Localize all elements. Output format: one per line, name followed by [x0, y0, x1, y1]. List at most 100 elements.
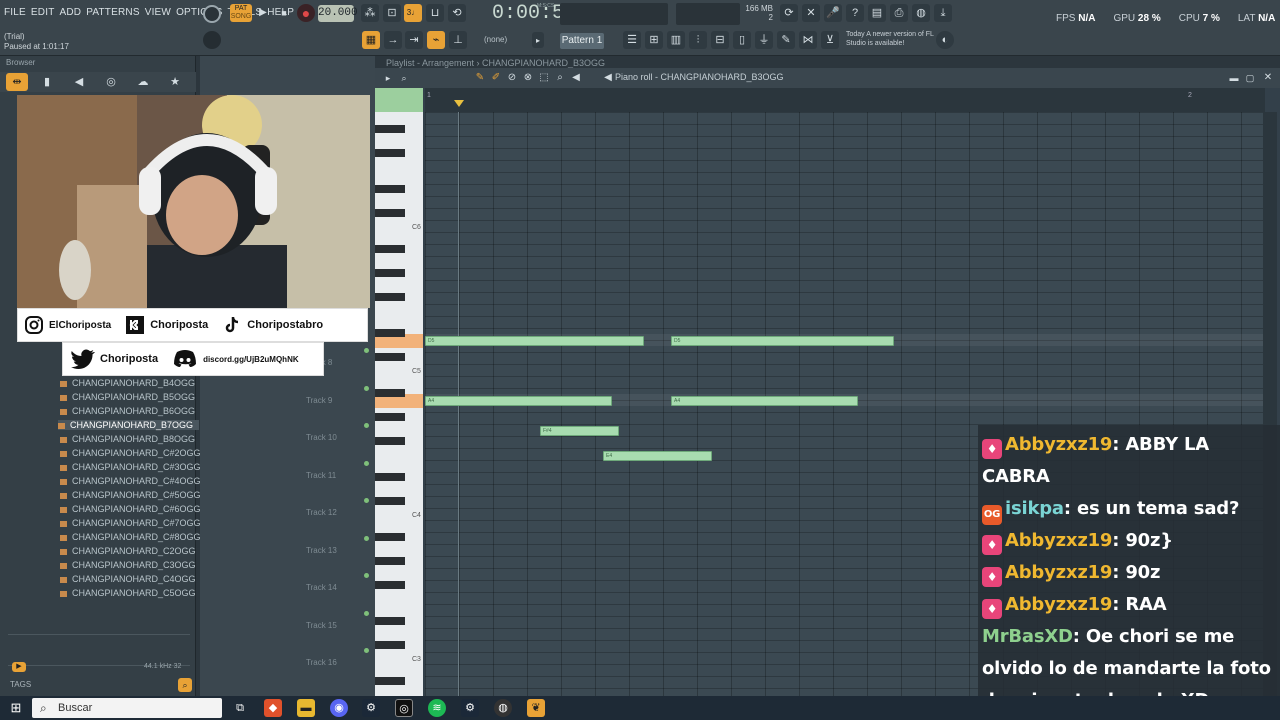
- browser-cloud-icon[interactable]: ☁: [134, 73, 152, 91]
- menu-view[interactable]: VIEW: [145, 7, 171, 18]
- black-key[interactable]: [375, 533, 405, 541]
- browser-file-item[interactable]: CHANGPIANOHARD_C#5OGG: [60, 490, 201, 500]
- note-a4[interactable]: A4: [425, 396, 612, 406]
- playhead-marker[interactable]: [454, 100, 464, 107]
- black-key[interactable]: [375, 413, 405, 421]
- play-icon[interactable]: ▶: [254, 4, 272, 22]
- note-fsharp4[interactable]: F#4: [540, 426, 619, 436]
- black-key[interactable]: [375, 245, 405, 253]
- spotify-icon[interactable]: ≋: [428, 699, 446, 717]
- track-mute-led[interactable]: [364, 573, 369, 578]
- news-panel[interactable]: Today A newer version of FL Studio is av…: [846, 30, 946, 48]
- channel-rack-icon[interactable]: ⊞: [645, 31, 663, 49]
- wait-icon[interactable]: ⊡: [383, 4, 401, 22]
- browser-icon[interactable]: ▯: [733, 31, 751, 49]
- feather-icon[interactable]: ✎: [777, 31, 795, 49]
- pattern-selector[interactable]: Pattern 1: [560, 33, 604, 49]
- playlist-track-label[interactable]: Track 13: [306, 546, 337, 555]
- piano-keyboard[interactable]: C6 C5 C4 C3: [375, 112, 423, 696]
- playlist-track-label[interactable]: Track 15: [306, 621, 337, 630]
- stop-icon[interactable]: ■: [275, 4, 293, 22]
- browser-file-item[interactable]: CHANGPIANOHARD_C#4OGG: [60, 476, 201, 486]
- playlist-icon[interactable]: ☰: [623, 31, 641, 49]
- browser-plugin-icon[interactable]: ◎: [102, 73, 120, 91]
- task-view-icon[interactable]: ⧉: [231, 699, 249, 717]
- browser-expand-icon[interactable]: ⇹: [6, 73, 28, 91]
- note-d5[interactable]: D5: [671, 336, 894, 346]
- browser-file-item[interactable]: CHANGPIANOHARD_C4OGG: [60, 574, 196, 584]
- playlist-track-label[interactable]: Track 16: [306, 658, 337, 667]
- steam-client-icon[interactable]: ⚙: [461, 699, 479, 717]
- track-mute-led[interactable]: [364, 498, 369, 503]
- pat-song-toggle[interactable]: PAT SONG: [230, 4, 252, 22]
- export-icon[interactable]: ⎙: [890, 4, 908, 22]
- arrow-right-icon[interactable]: →: [384, 31, 402, 49]
- browser-file-item[interactable]: CHANGPIANOHARD_B5OGG: [60, 392, 195, 402]
- save-icon[interactable]: ▤: [868, 4, 886, 22]
- cart-icon[interactable]: ⊻: [821, 31, 839, 49]
- playlist-track-label[interactable]: Track 10: [306, 433, 337, 442]
- plug-icon[interactable]: ⏚: [755, 31, 773, 49]
- browser-star-icon[interactable]: ★: [166, 73, 184, 91]
- black-key[interactable]: [375, 617, 405, 625]
- browser-file-item[interactable]: CHANGPIANOHARD_B6OGG: [60, 406, 195, 416]
- refresh-icon[interactable]: ⟳: [780, 4, 798, 22]
- browser-file-item[interactable]: CHANGPIANOHARD_B4OGG: [60, 378, 195, 388]
- loop-record-icon[interactable]: ⟲: [448, 4, 466, 22]
- chat-username[interactable]: Abbyzxz19: [1005, 562, 1112, 583]
- piano-roll-icon[interactable]: ▦: [362, 31, 380, 49]
- menu-edit[interactable]: EDIT: [31, 7, 55, 18]
- blend-icon[interactable]: ⊔: [426, 4, 444, 22]
- track-mute-led[interactable]: [364, 648, 369, 653]
- track-mute-led[interactable]: [364, 348, 369, 353]
- browser-file-item[interactable]: CHANGPIANOHARD_C5OGG: [60, 588, 196, 598]
- step-icon[interactable]: ⇥: [405, 31, 423, 49]
- countdown-icon[interactable]: 3♩: [404, 4, 422, 22]
- update-icon[interactable]: ◐: [936, 31, 954, 49]
- pr-magnet-icon[interactable]: ⌕: [395, 69, 413, 87]
- menu-file[interactable]: FILE: [4, 7, 26, 18]
- master-pitch-knob[interactable]: [203, 5, 221, 23]
- brave-icon[interactable]: ◆: [264, 699, 282, 717]
- obs-icon[interactable]: ◎: [395, 699, 413, 717]
- plugin-icon[interactable]: ⊟: [711, 31, 729, 49]
- browser-file-item[interactable]: CHANGPIANOHARD_C3OGG: [60, 560, 196, 570]
- maximize-icon[interactable]: ▢: [1241, 69, 1259, 87]
- tempo-display[interactable]: 20.000: [318, 5, 358, 22]
- note-e4[interactable]: E4: [603, 451, 712, 461]
- chat-username[interactable]: isikpa: [1005, 498, 1064, 519]
- black-key[interactable]: [375, 185, 405, 193]
- black-key[interactable]: [375, 557, 405, 565]
- fl-studio-icon[interactable]: ❦: [527, 699, 545, 717]
- note-a4[interactable]: A4: [671, 396, 858, 406]
- black-key[interactable]: [375, 581, 405, 589]
- search-icon[interactable]: ⌕: [178, 678, 192, 692]
- track-mute-led[interactable]: [364, 535, 369, 541]
- browser-folder-icon[interactable]: ▮: [38, 73, 56, 91]
- browser-file-item[interactable]: CHANGPIANOHARD_B7OGG: [58, 420, 200, 430]
- browser-file-item[interactable]: CHANGPIANOHARD_C2OGG: [60, 546, 196, 556]
- black-key[interactable]: [375, 293, 405, 301]
- black-key[interactable]: [375, 269, 405, 277]
- mic-icon[interactable]: 🎤: [824, 4, 842, 22]
- black-key[interactable]: [375, 677, 405, 685]
- chat-username[interactable]: Abbyzxz19: [1005, 434, 1112, 455]
- black-key[interactable]: [375, 473, 405, 481]
- track-mute-led[interactable]: [364, 460, 369, 466]
- preview-play-icon[interactable]: ▶: [12, 662, 26, 672]
- black-key[interactable]: [375, 389, 405, 397]
- chat-username[interactable]: MrBasXD: [982, 626, 1073, 647]
- link-icon[interactable]: ⌁: [427, 31, 445, 49]
- black-key[interactable]: [375, 497, 405, 505]
- menu-add[interactable]: ADD: [60, 7, 82, 18]
- chat-username[interactable]: Abbyzxz19: [1005, 594, 1112, 615]
- tags-label[interactable]: TAGS: [10, 680, 31, 689]
- menu-patterns[interactable]: PATTERNS: [86, 7, 139, 18]
- windows-start-icon[interactable]: ⊞: [7, 699, 25, 717]
- snap-select[interactable]: (none): [484, 35, 507, 44]
- black-key[interactable]: [375, 209, 405, 217]
- record-icon[interactable]: ●: [297, 4, 315, 22]
- playlist-track-label[interactable]: Track 14: [306, 583, 337, 592]
- messenger-icon[interactable]: ◉: [330, 699, 348, 717]
- app-icon[interactable]: ◍: [494, 699, 512, 717]
